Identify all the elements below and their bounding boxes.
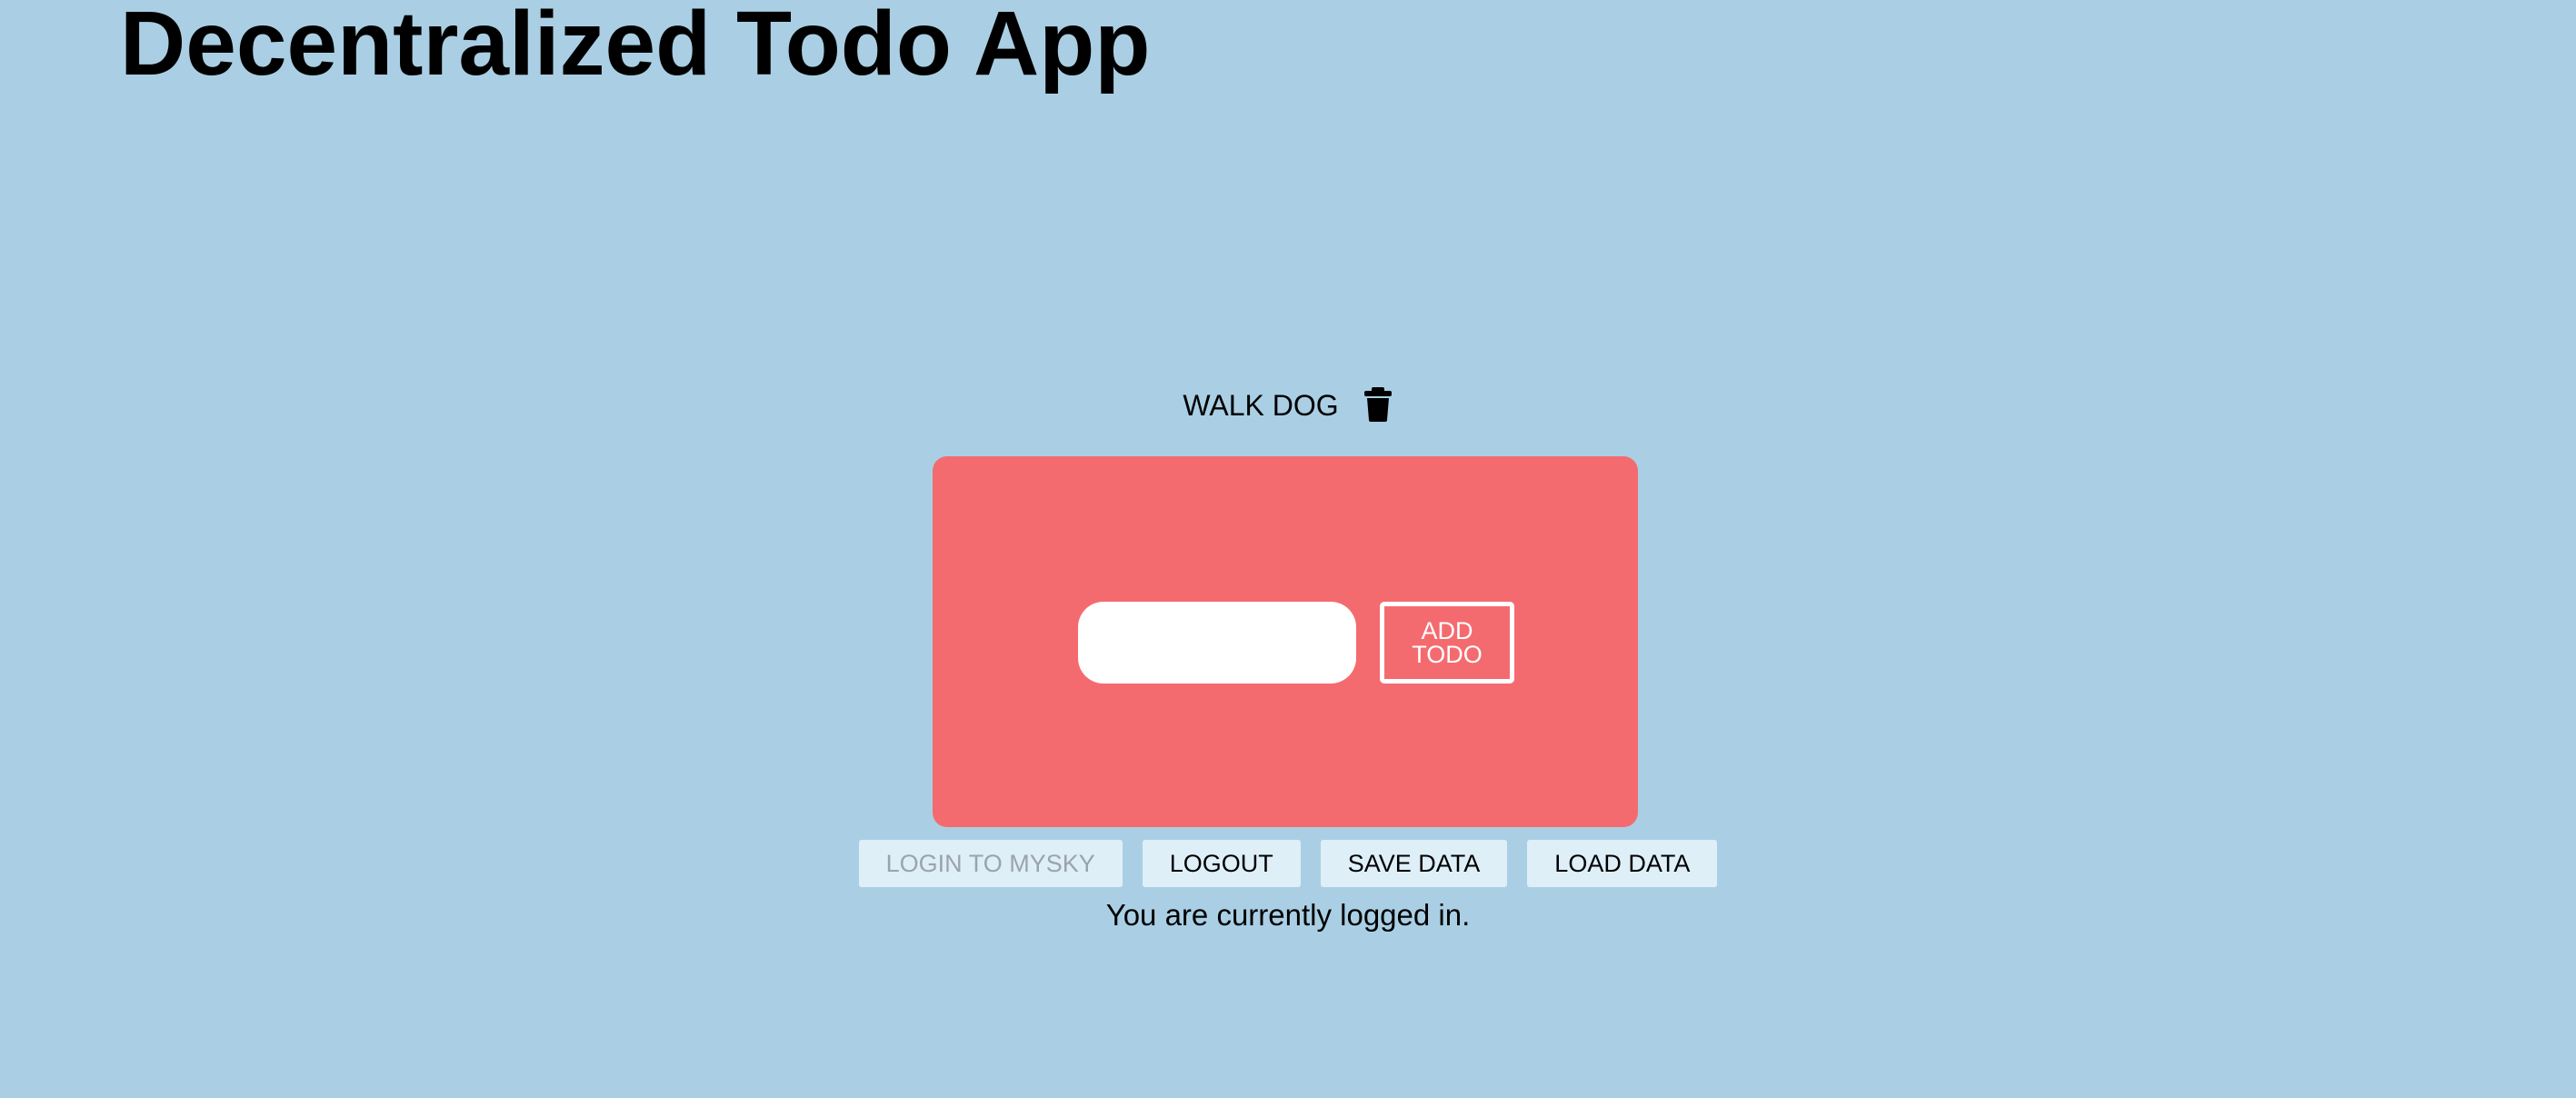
delete-todo-button[interactable] bbox=[1363, 386, 1393, 424]
todo-item-text: WALK DOG bbox=[1183, 389, 1339, 422]
add-todo-button[interactable]: ADD TODO bbox=[1380, 602, 1514, 684]
todo-item: WALK DOG bbox=[1183, 378, 1393, 433]
add-todo-card: ADD TODO bbox=[933, 456, 1638, 827]
login-status-text: You are currently logged in. bbox=[1105, 898, 1471, 932]
trash-icon[interactable] bbox=[1363, 386, 1393, 425]
save-data-button[interactable]: SAVE DATA bbox=[1320, 840, 1508, 887]
action-button-row: LOGIN TO MYSKY LOGOUT SAVE DATA LOAD DAT… bbox=[0, 840, 2576, 887]
app-title: Decentralized Todo App bbox=[120, 0, 1151, 95]
todo-list: WALK DOG bbox=[0, 378, 2576, 433]
login-to-mysky-button[interactable]: LOGIN TO MYSKY bbox=[858, 840, 1123, 887]
load-data-button[interactable]: LOAD DATA bbox=[1527, 840, 1718, 887]
todo-input[interactable] bbox=[1078, 602, 1356, 684]
logout-button[interactable]: LOGOUT bbox=[1142, 840, 1301, 887]
